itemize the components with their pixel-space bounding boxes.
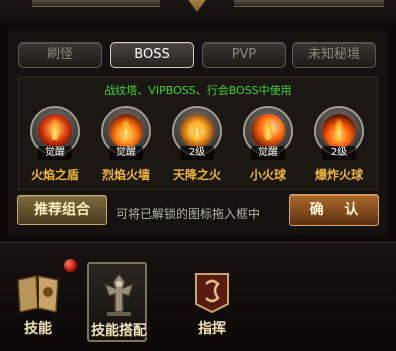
skill-slot-2[interactable]: 觉醒 烈焰火墙 (91, 106, 161, 186)
war-banner-icon (188, 270, 236, 316)
skill-slot-3[interactable]: 2级 天降之火 (162, 106, 232, 186)
skill-name: 火焰之盾 (30, 168, 79, 182)
top-frame-bar-right (234, 0, 384, 7)
nav-skills-label: 技能 (24, 321, 52, 337)
skill-slot-4[interactable]: 觉醒 小火球 (233, 106, 303, 186)
nav-skills[interactable]: 技能 (8, 262, 68, 342)
skill-slot-5[interactable]: 2级 爆炸火球 (304, 106, 374, 186)
tab-unknown-realm[interactable]: 未知秘境 (292, 42, 376, 68)
drag-hint: 可将已解锁的图标拖入框中 (116, 207, 261, 221)
tab-grinding[interactable]: 刷怪 (18, 42, 102, 68)
skill-name: 烈焰火墙 (101, 168, 150, 182)
top-frame (0, 0, 396, 24)
top-ornament-icon (181, 0, 213, 12)
confirm-button[interactable]: 确 认 (289, 194, 379, 226)
skill-badge: 觉醒 (109, 146, 143, 160)
nav-command[interactable]: 指挥 (182, 262, 242, 342)
nav-command-label: 指挥 (198, 321, 226, 337)
usage-hint: 战纹塔、VIPBOSS、行会BOSS中使用 (104, 84, 292, 97)
nav-skill-setup[interactable]: 技能搭配 (87, 262, 147, 342)
skill-name: 爆炸火球 (314, 168, 363, 182)
skill-slot-1[interactable]: 觉醒 火焰之盾 (20, 106, 90, 186)
nav-skill-setup-label: 技能搭配 (91, 323, 147, 339)
skill-name: 小火球 (249, 168, 286, 182)
spellbook-icon (14, 270, 62, 316)
skill-badge: 2级 (322, 146, 356, 160)
skill-badge: 觉醒 (251, 146, 285, 160)
skill-badge: 2级 (180, 146, 214, 160)
skill-name: 天降之火 (172, 168, 221, 182)
skill-badge: 觉醒 (38, 146, 72, 160)
tab-pvp[interactable]: PVP (202, 42, 286, 68)
tab-boss[interactable]: BOSS (110, 42, 194, 68)
recommend-combo-button[interactable]: 推荐组合 (17, 195, 107, 225)
top-frame-bar-left (32, 0, 160, 7)
armor-totem-icon (95, 272, 143, 318)
